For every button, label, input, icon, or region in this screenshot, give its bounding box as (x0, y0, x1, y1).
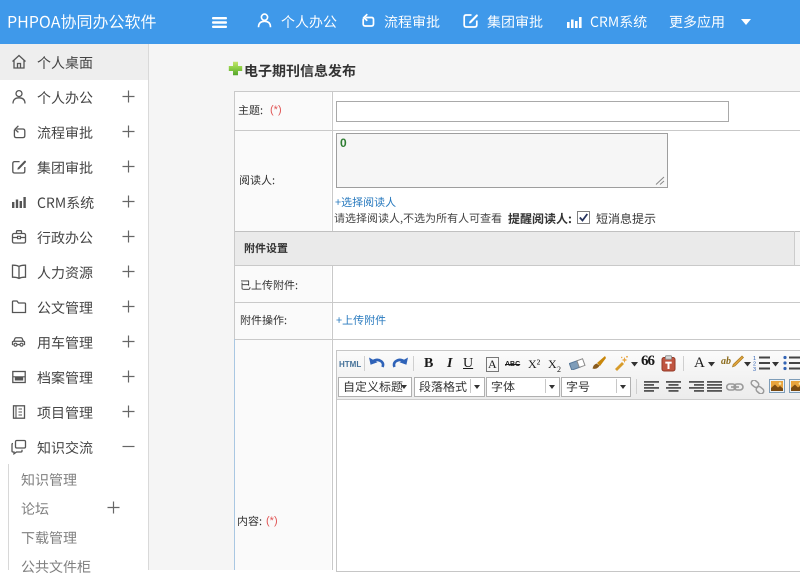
svg-text:3: 3 (753, 367, 756, 371)
